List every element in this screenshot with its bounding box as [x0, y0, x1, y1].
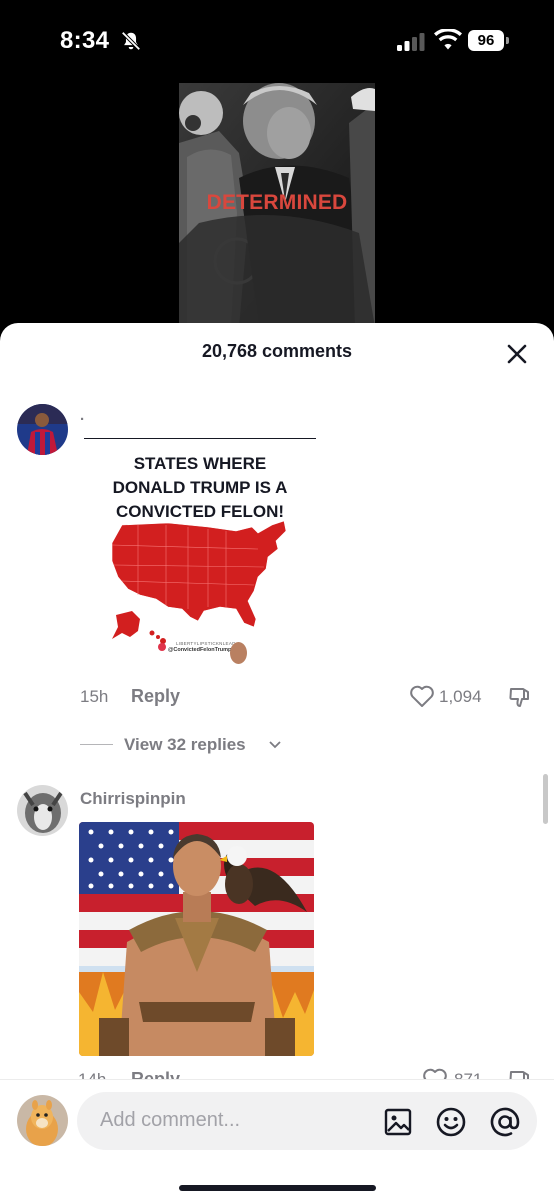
- comment-image[interactable]: [79, 822, 314, 1056]
- video-caption: DETERMINED: [206, 191, 348, 214]
- comments-sheet: 20,768 comments . STATES WHERE DONALD TR…: [0, 323, 554, 1200]
- emoji-icon[interactable]: [435, 1106, 467, 1138]
- image-icon[interactable]: [383, 1107, 413, 1137]
- status-time: 8:34: [60, 27, 110, 54]
- like-count: 1,094: [439, 687, 482, 706]
- status-bar: 8:34 96: [0, 0, 554, 80]
- comment-time: 15h: [80, 687, 109, 706]
- image-headline: STATES WHERE DONALD TRUMP IS A CONVICTED…: [112, 454, 288, 521]
- image-divider: [84, 438, 316, 439]
- comment-input[interactable]: [100, 1109, 360, 1132]
- comment-username[interactable]: .: [80, 407, 84, 424]
- user-avatar[interactable]: [17, 1095, 68, 1146]
- comments-count-title: 20,768 comments: [201, 341, 353, 361]
- reply-button[interactable]: Reply: [131, 686, 180, 707]
- close-icon[interactable]: [500, 337, 534, 371]
- battery-icon: 96: [468, 30, 510, 52]
- wifi-icon: [434, 29, 462, 50]
- watermark-line2: @ConvictedFelonTrump: [168, 647, 232, 653]
- bell-slash-icon: [121, 31, 141, 51]
- commenter-avatar[interactable]: [17, 404, 68, 455]
- video-thumbnail[interactable]: DETERMINED: [179, 83, 375, 327]
- scrollbar[interactable]: [543, 774, 548, 824]
- chevron-down-icon: [269, 741, 281, 749]
- view-replies-label: View 32 replies: [124, 735, 246, 754]
- us-map-illustration: [111, 520, 287, 644]
- battery-level: 96: [468, 30, 504, 51]
- watermark: LIBERTYLIPSTICKNLEAD @ConvictedFelonTrum…: [160, 641, 280, 653]
- comment-box[interactable]: [77, 1092, 537, 1150]
- commenter-avatar[interactable]: [17, 785, 68, 836]
- gladiator-eagle-illustration: [79, 822, 314, 1056]
- comment-username[interactable]: Chirrispinpin: [80, 789, 186, 809]
- replies-divider: [80, 744, 113, 745]
- cellular-signal-icon: [397, 33, 425, 51]
- comment-image[interactable]: STATES WHERE DONALD TRUMP IS A CONVICTED…: [80, 436, 320, 678]
- mention-icon[interactable]: [489, 1106, 521, 1138]
- heart-icon[interactable]: [409, 684, 435, 708]
- comment-input-bar: [0, 1079, 554, 1200]
- thumbs-down-icon[interactable]: [508, 685, 532, 709]
- home-indicator: [179, 1185, 376, 1191]
- watermark-line1: LIBERTYLIPSTICKNLEAD: [176, 641, 236, 646]
- watermark-face: [230, 642, 247, 664]
